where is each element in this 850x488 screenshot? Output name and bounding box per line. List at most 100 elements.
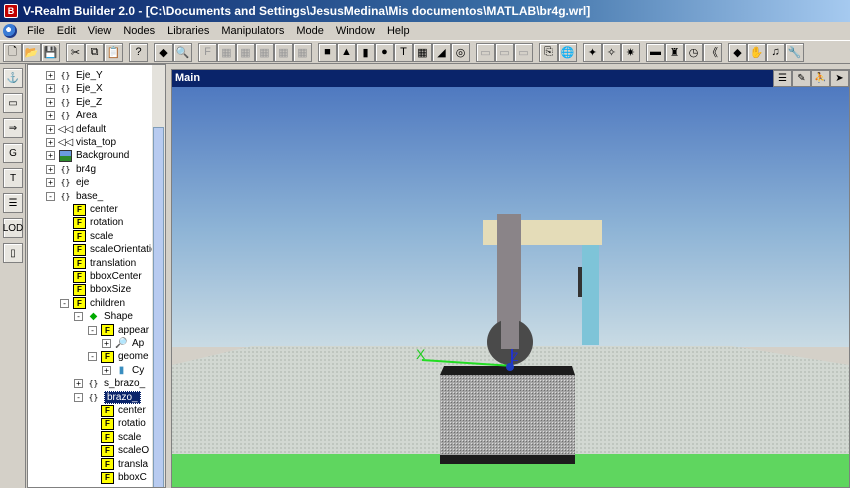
tree-node-label[interactable]: bboxSize [90, 284, 131, 295]
tree-node[interactable]: -{} brazo_ [74, 390, 141, 404]
tree-node[interactable]: Frotation [60, 216, 123, 229]
expand-icon[interactable]: + [46, 138, 55, 147]
point-light-icon[interactable]: ✧ [602, 42, 621, 62]
tree-node[interactable]: - Fgeome [88, 350, 149, 363]
tree-node[interactable]: - ◆ Shape [74, 310, 133, 323]
tree-node[interactable]: Ftransla [88, 458, 148, 471]
new-file-icon[interactable]: 🗋 [3, 42, 22, 62]
tree-node[interactable]: + 🔎 Ap [102, 337, 144, 350]
tree-node[interactable]: + {} Area [46, 109, 97, 122]
collapse-icon[interactable]: - [74, 392, 83, 402]
inline-node-icon[interactable]: ▯ [3, 243, 23, 263]
tree-node-label[interactable]: vista_top [76, 137, 116, 148]
anchor-icon[interactable]: ⚓ [3, 68, 23, 88]
tree-node-label[interactable]: default [76, 124, 106, 135]
disabled-tool-5-icon[interactable]: ▦ [274, 42, 293, 62]
disabled-tool-3-icon[interactable]: ▦ [236, 42, 255, 62]
tree-node[interactable]: + {} Eje_X [46, 82, 103, 95]
menu-mode[interactable]: Mode [290, 22, 330, 40]
save-icon[interactable]: 💾 [41, 42, 60, 62]
disabled-tool-1-icon[interactable]: F [198, 42, 217, 62]
tree-node[interactable]: + {} br4g [46, 163, 96, 176]
tree-node-label[interactable]: scale [118, 432, 141, 443]
navigate-icon[interactable]: ☰ [773, 70, 792, 87]
tree-node-label[interactable]: appear [118, 325, 149, 336]
tree-node-label[interactable]: Background [76, 150, 129, 161]
inline-icon[interactable]: ⎘ [539, 42, 558, 62]
transform-icon[interactable]: T [3, 168, 23, 188]
touch-sensor-icon[interactable]: ✋ [747, 42, 766, 62]
menu-view[interactable]: View [82, 22, 118, 40]
tree-node[interactable]: Ftranslation [60, 257, 136, 270]
text-icon[interactable]: T [394, 42, 413, 62]
expand-icon[interactable]: + [74, 379, 83, 389]
menu-window[interactable]: Window [330, 22, 381, 40]
tree-node-label[interactable]: center [118, 405, 146, 416]
help-icon[interactable]: ? [129, 42, 148, 62]
tree-node[interactable]: + {} Eje_Z [46, 96, 102, 109]
viewpoint-icon[interactable]: 《 [703, 42, 722, 62]
expand-icon[interactable]: + [46, 111, 55, 121]
menu-manipulators[interactable]: Manipulators [215, 22, 290, 40]
tree-node-label[interactable]: scaleO [118, 445, 149, 456]
tree-node[interactable]: + ◁◁ default [46, 123, 106, 136]
tree-node-label[interactable]: bboxC [118, 472, 147, 483]
disabled-tool-8-icon[interactable]: ▭ [495, 42, 514, 62]
tree-node-label[interactable]: Eje_Z [76, 97, 102, 108]
expand-icon[interactable]: + [46, 71, 55, 80]
tree-node[interactable]: FbboxCenter [60, 270, 142, 283]
tree-node-label[interactable]: Eje_Y [76, 70, 103, 81]
menu-nodes[interactable]: Nodes [117, 22, 161, 40]
collapse-icon[interactable]: - [74, 312, 83, 322]
tree-node[interactable]: + ◁◁ vista_top [46, 136, 116, 149]
tree-node[interactable]: + {} s_brazo_ [74, 377, 145, 390]
tree-node-label[interactable]: Area [76, 110, 97, 121]
scene-tree[interactable]: +{} Eje_Y +{} Eje_X +{} Eje_Z +{} Area + ◁◁ defaul… [27, 64, 166, 488]
directional-light-icon[interactable]: ✦ [583, 42, 602, 62]
tree-node-label[interactable]: scale [90, 231, 113, 242]
tree-node-label[interactable]: transla [118, 459, 148, 470]
walk-icon[interactable]: ⛹ [811, 70, 830, 87]
tree-scrollbar-thumb[interactable] [153, 127, 164, 487]
menu-libraries[interactable]: Libraries [161, 22, 215, 40]
tree-node-label[interactable]: Shape [104, 311, 133, 322]
billboard-icon[interactable]: ▭ [3, 93, 23, 113]
cylinder-icon[interactable]: ▮ [356, 42, 375, 62]
switch-icon[interactable]: ☰ [3, 193, 23, 213]
tree-node[interactable]: FbboxC [88, 471, 147, 484]
insert-shape-icon[interactable]: ◆ [154, 42, 173, 62]
group-icon[interactable]: G [3, 143, 23, 163]
viewport-main[interactable]: Main ☰ ✎ ⛹ ➤ X Z [171, 69, 850, 488]
tree-node-label[interactable]: Eje_X [76, 83, 103, 94]
tree-node[interactable]: Fcenter [60, 203, 118, 216]
tree-node-label[interactable]: s_brazo_ [104, 378, 145, 389]
tree-node[interactable]: Fscale [60, 230, 113, 243]
collapse-icon[interactable]: - [88, 325, 97, 335]
paste-icon[interactable]: 📋 [104, 42, 123, 62]
expand-icon[interactable]: + [102, 365, 111, 375]
script-icon[interactable]: 🔧 [785, 42, 804, 62]
elevation-grid-icon[interactable]: ▦ [413, 42, 432, 62]
disabled-tool-4-icon[interactable]: ▦ [255, 42, 274, 62]
tree-node[interactable]: -{} base_ [46, 190, 103, 203]
cut-icon[interactable]: ✂ [66, 42, 85, 62]
extrusion-icon[interactable]: ◢ [432, 42, 451, 62]
box-icon[interactable]: ■ [318, 42, 337, 62]
collapse-icon[interactable]: - [46, 191, 55, 201]
expand-icon[interactable]: + [46, 84, 55, 94]
tree-node-label[interactable]: brazo_ [104, 390, 141, 404]
tree-node-label[interactable]: Ap [132, 338, 144, 349]
tree-node[interactable]: FbboxSize [60, 283, 131, 296]
expand-icon[interactable]: + [46, 124, 55, 134]
collapse-icon[interactable]: - [88, 352, 97, 362]
tree-node-label[interactable]: base_ [76, 191, 103, 202]
collapse-icon[interactable]: - [60, 298, 69, 308]
tree-node[interactable]: Frotatio [88, 417, 146, 430]
pointer-icon[interactable]: ➤ [830, 70, 849, 87]
copy-icon[interactable]: ⧉ [85, 42, 104, 62]
system-menu-icon[interactable] [3, 24, 17, 38]
open-folder-icon[interactable]: 📂 [22, 42, 41, 62]
tree-node-label[interactable]: rotation [90, 217, 123, 228]
tree-node-label[interactable]: rotatio [118, 418, 146, 429]
spot-light-icon[interactable]: ✷ [621, 42, 640, 62]
